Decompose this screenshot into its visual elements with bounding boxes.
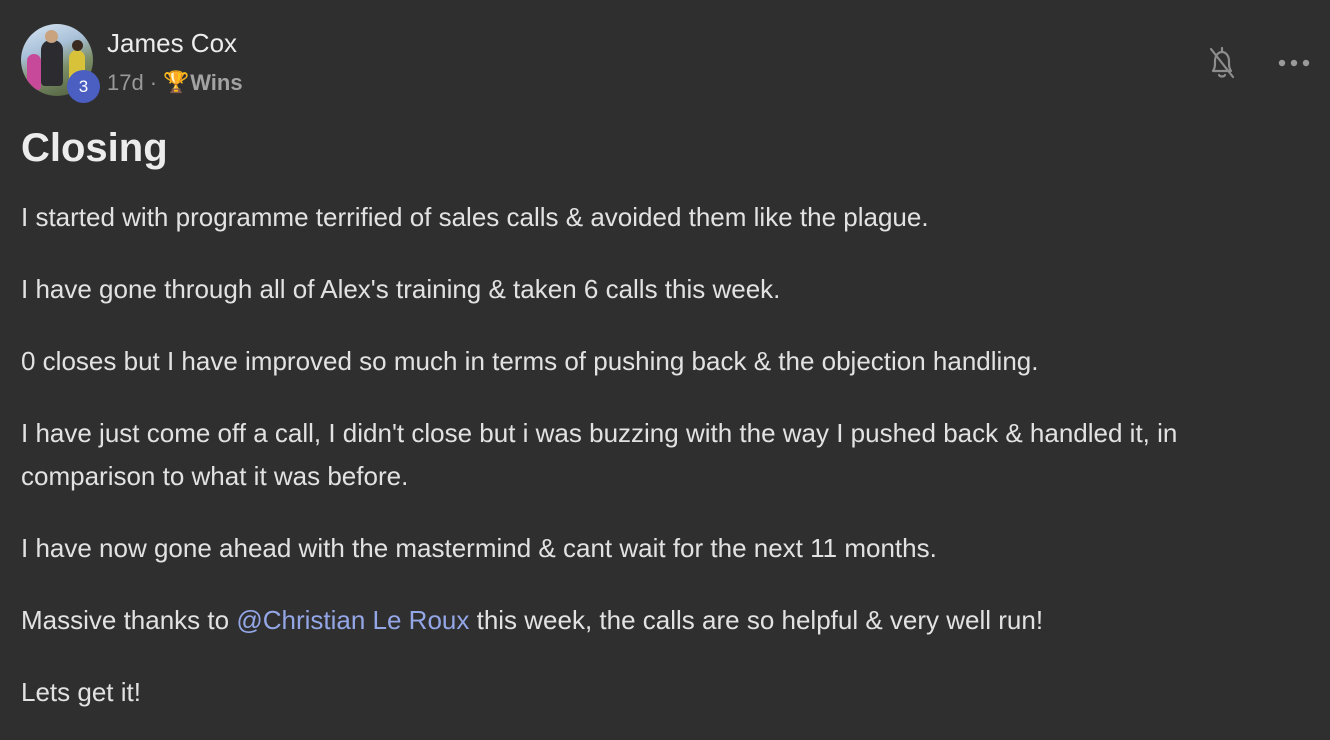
post-paragraph: I started with programme terrified of sa… <box>21 202 929 232</box>
meta-separator: · <box>149 70 158 95</box>
post-card: 3 James Cox 17d · 🏆 Wins Closing I start… <box>0 0 1330 740</box>
level-badge: 3 <box>67 70 100 103</box>
post-age: 17d <box>107 70 144 95</box>
thanks-text-before: Massive thanks to <box>21 605 237 635</box>
post-paragraph: 0 closes but I have improved so much in … <box>21 346 1039 376</box>
post-paragraph: Lets get it! <box>21 677 141 707</box>
avatar-photo-figure <box>41 40 63 86</box>
avatar-photo-figure <box>27 54 41 90</box>
avatar-photo-figure <box>45 30 58 43</box>
post-body: I started with programme terrified of sa… <box>21 196 1311 740</box>
post-meta: 17d · 🏆 Wins <box>107 70 243 96</box>
post-paragraph: I have gone through all of Alex's traini… <box>21 274 781 304</box>
post-paragraph: I have just come off a call, I didn't cl… <box>21 418 1178 491</box>
category-link[interactable]: Wins <box>190 70 242 96</box>
post-paragraph-thanks: Massive thanks to @Christian Le Roux thi… <box>21 599 1311 642</box>
user-mention-link[interactable]: @Christian Le Roux <box>236 605 469 635</box>
thanks-text-after: this week, the calls are so helpful & ve… <box>469 605 1044 635</box>
bell-off-icon[interactable] <box>1207 44 1237 82</box>
post-header: 3 James Cox 17d · 🏆 Wins <box>21 24 1311 104</box>
post-paragraph: I have now gone ahead with the mastermin… <box>21 533 937 563</box>
more-horizontal-icon[interactable] <box>1277 48 1311 78</box>
avatar-photo-figure <box>72 40 83 51</box>
post-title: Closing <box>21 126 168 170</box>
author-name[interactable]: James Cox <box>107 28 237 59</box>
trophy-icon: 🏆 <box>163 71 190 94</box>
